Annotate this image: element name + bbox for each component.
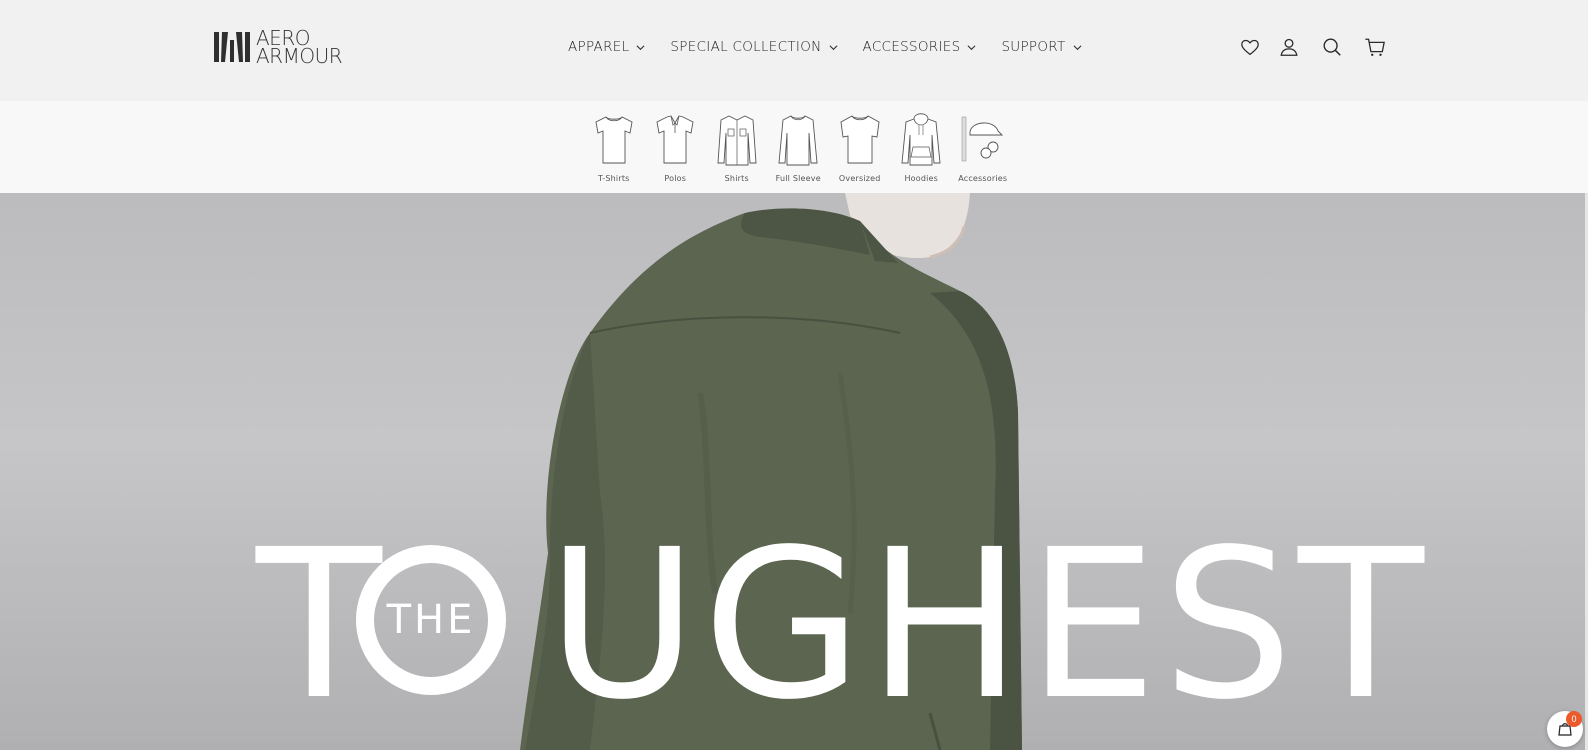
- brand-logo[interactable]: AERO ARMOUR: [212, 26, 352, 68]
- category-label: Full Sleeve: [775, 174, 821, 183]
- hero-title-rest: UGHEST: [546, 505, 1429, 745]
- brand-wordmark: AERO ARMOUR: [256, 28, 343, 68]
- nav-accessories-label: ACCESSORIES: [862, 39, 961, 55]
- tshirt-icon: [595, 116, 633, 164]
- category-accessories[interactable]: Accessories: [952, 111, 1014, 183]
- category-label: Polos: [664, 174, 687, 183]
- cart-count-badge: 0: [1566, 711, 1582, 727]
- search-button[interactable]: [1320, 35, 1344, 59]
- category-label: T-Shirts: [597, 174, 630, 183]
- hero-banner[interactable]: THE T UGHEST: [0, 193, 1585, 750]
- category-label: Hoodies: [904, 174, 939, 183]
- category-list: T-Shirts Polos Shirts Full Sleeve Oversi…: [583, 111, 1014, 183]
- heart-icon: [1241, 39, 1259, 56]
- category-oversized[interactable]: Oversized: [829, 111, 891, 183]
- category-tshirts[interactable]: T-Shirts: [583, 111, 645, 183]
- search-icon: [1323, 38, 1341, 56]
- hero-title: T UGHEST: [256, 505, 1429, 745]
- nav-special-collection[interactable]: SPECIAL COLLECTION: [670, 39, 838, 55]
- chevron-down-icon: [1073, 44, 1082, 50]
- category-strip: T-Shirts Polos Shirts Full Sleeve Oversi…: [0, 101, 1588, 193]
- nav-apparel[interactable]: APPAREL: [568, 39, 645, 55]
- account-button[interactable]: [1277, 35, 1301, 59]
- brand-line-2: ARMOUR: [256, 44, 343, 68]
- main-nav: APPAREL SPECIAL COLLECTION ACCESSORIES S…: [568, 36, 1107, 58]
- full-sleeve-icon: [778, 115, 818, 166]
- site-header: AERO ARMOUR APPAREL SPECIAL COLLECTION A…: [0, 0, 1588, 101]
- hero-title-T: T: [256, 505, 387, 745]
- header-icons: [1238, 35, 1387, 59]
- chevron-down-icon: [967, 44, 976, 50]
- category-label: Accessories: [958, 174, 1008, 183]
- category-full-sleeve[interactable]: Full Sleeve: [768, 111, 830, 183]
- polo-icon: [656, 115, 694, 164]
- nav-support-label: SUPPORT: [1001, 39, 1066, 55]
- cart-icon: [1365, 38, 1385, 56]
- chevron-down-icon: [636, 44, 645, 50]
- accessories-icon: [961, 116, 1003, 162]
- nav-special-collection-label: SPECIAL COLLECTION: [670, 39, 822, 55]
- shirt-icon: [717, 115, 757, 166]
- account-icon: [1280, 38, 1298, 56]
- cart-button[interactable]: [1363, 35, 1387, 59]
- category-shirts[interactable]: Shirts: [706, 111, 768, 183]
- nav-support[interactable]: SUPPORT: [1001, 39, 1082, 55]
- nav-accessories[interactable]: ACCESSORIES: [863, 39, 977, 55]
- hoodie-icon: [901, 113, 941, 166]
- category-label: Oversized: [838, 174, 881, 183]
- oversized-icon: [840, 115, 880, 164]
- nav-apparel-label: APPAREL: [568, 39, 630, 55]
- category-hoodies[interactable]: Hoodies: [891, 111, 953, 183]
- chevron-down-icon: [829, 44, 838, 50]
- category-polos[interactable]: Polos: [645, 111, 707, 183]
- logo-mark-icon: [214, 32, 250, 62]
- wishlist-button[interactable]: [1238, 35, 1262, 59]
- category-label: Shirts: [724, 174, 749, 183]
